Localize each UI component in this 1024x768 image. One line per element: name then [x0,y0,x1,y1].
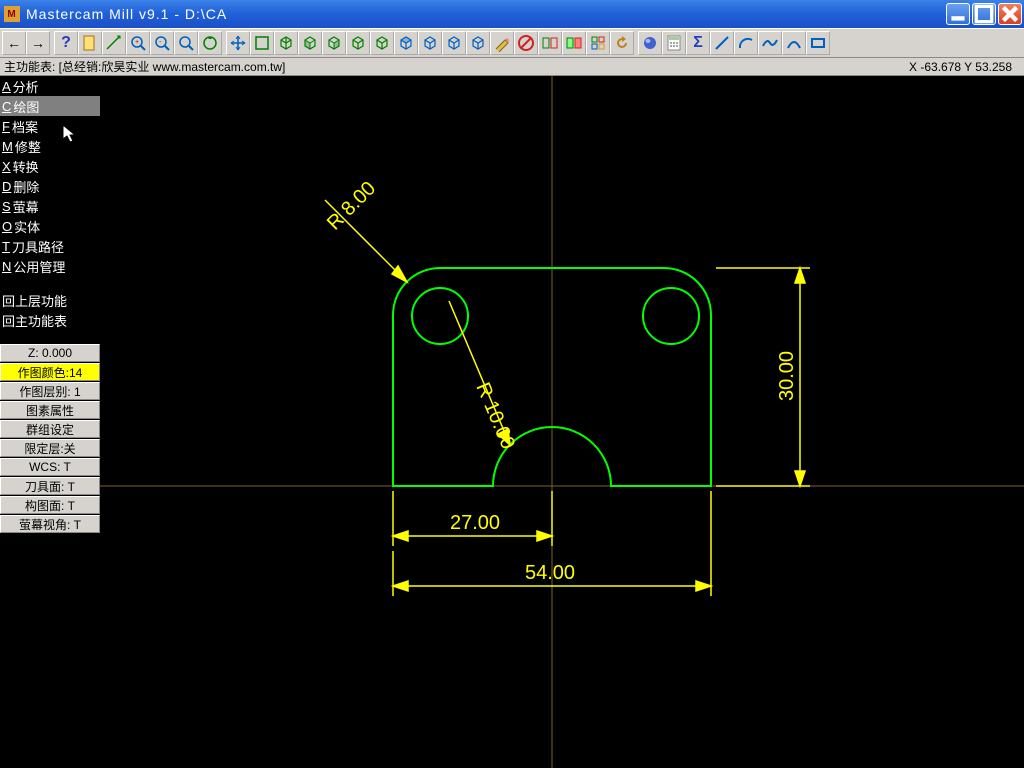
drawing-canvas[interactable]: R 8.00 R 10.00 27.00 54.00 [100,76,1024,768]
side-menu: A 分析C 绘图F 档案M 修整X 转换D 删除S 萤幕O 实体T 刀具路径N … [0,76,100,534]
gview-iso-icon[interactable] [274,31,298,55]
menu-item-c[interactable]: C 绘图 [0,96,100,116]
gview-front-icon[interactable] [298,31,322,55]
dim-54-text: 54.00 [525,562,575,584]
coordinate-readout: X -63.678 Y 53.258 [909,60,1020,74]
curve-icon[interactable] [782,31,806,55]
gview-top-icon[interactable] [250,31,274,55]
spline-icon[interactable] [758,31,782,55]
menu-item-m[interactable]: M 修整 [0,136,100,156]
cube-1-icon[interactable] [346,31,370,55]
dim-r10-text: R 10.00 [471,379,519,452]
status-z[interactable]: Z: 0.000 [0,344,100,362]
menu-item-o[interactable]: O 实体 [0,216,100,236]
svg-text:-: - [159,39,162,46]
menu-item-a[interactable]: A 分析 [0,76,100,96]
status-group[interactable]: 群组设定 [0,420,100,438]
status-panel: Z: 0.000 作图颜色:14 作图层别: 1 图素属性 群组设定 限定层:关… [0,344,100,533]
dim-27-text: 27.00 [450,512,500,534]
menu-item-d[interactable]: D 删除 [0,176,100,196]
status-attr[interactable]: 图素属性 [0,401,100,419]
back-button[interactable]: ← [2,31,26,55]
svg-text:+: + [135,39,139,46]
menu-item-t[interactable]: T 刀具路径 [0,236,100,256]
shade-icon[interactable] [638,31,662,55]
minimize-button[interactable] [946,3,970,25]
close-button[interactable] [998,3,1022,25]
cube-2-icon[interactable] [370,31,394,55]
toolbar: ← → ? + - Σ [0,28,1024,58]
cplane-side-icon[interactable] [442,31,466,55]
dim-30-text: 30.00 [776,351,798,401]
window-title: Mastercam Mill v9.1 - D:\CA [26,6,227,22]
menu-back[interactable]: 回上层功能 [0,290,100,310]
zoom-fit-icon[interactable] [174,31,198,55]
maximize-button[interactable] [972,3,996,25]
undo-icon[interactable] [610,31,634,55]
help-button[interactable]: ? [54,31,78,55]
titlebar: M Mastercam Mill v9.1 - D:\CA [0,0,1024,28]
toggle-3-icon[interactable] [586,31,610,55]
gview-side-icon[interactable] [322,31,346,55]
sigma-icon[interactable]: Σ [686,31,710,55]
status-wcs[interactable]: WCS: T [0,458,100,476]
app-icon: M [4,6,20,22]
zoom-out-icon[interactable]: - [150,31,174,55]
rect-icon[interactable] [806,31,830,55]
status-tool[interactable]: 刀具面: T [0,477,100,495]
file-button[interactable] [78,31,102,55]
cplane-front-icon[interactable] [418,31,442,55]
zoom-window-icon[interactable]: + [126,31,150,55]
menu-item-n[interactable]: N 公用管理 [0,256,100,276]
toggle-1-icon[interactable] [538,31,562,55]
status-color[interactable]: 作图颜色:14 [0,363,100,381]
status-cplane[interactable]: 构图面: T [0,496,100,514]
cplane-3d-icon[interactable] [466,31,490,55]
forward-button[interactable]: → [26,31,50,55]
toggle-2-icon[interactable] [562,31,586,55]
infobar: 主功能表: [总经销:欣昊实业 www.mastercam.com.tw] X … [0,58,1024,76]
status-limit[interactable]: 限定层:关 [0,439,100,457]
status-view[interactable]: 萤幕视角: T [0,515,100,533]
drawing-svg: R 8.00 R 10.00 27.00 54.00 [100,76,1024,768]
dimension-icon[interactable] [102,31,126,55]
draw-icon[interactable] [490,31,514,55]
menu-home[interactable]: 回主功能表 [0,310,100,330]
arc-icon[interactable] [734,31,758,55]
repaint-icon[interactable] [198,31,222,55]
pan-icon[interactable] [226,31,250,55]
delete-icon[interactable] [514,31,538,55]
cplane-top-icon[interactable] [394,31,418,55]
menu-item-x[interactable]: X 转换 [0,156,100,176]
status-layer[interactable]: 作图层别: 1 [0,382,100,400]
line-icon[interactable] [710,31,734,55]
calc-icon[interactable] [662,31,686,55]
dimensions: R 8.00 R 10.00 27.00 54.00 [323,177,810,596]
menu-item-f[interactable]: F 档案 [0,116,100,136]
menu-item-s[interactable]: S 萤幕 [0,196,100,216]
infobar-label: 主功能表: [总经销:欣昊实业 www.mastercam.com.tw] [4,58,285,75]
